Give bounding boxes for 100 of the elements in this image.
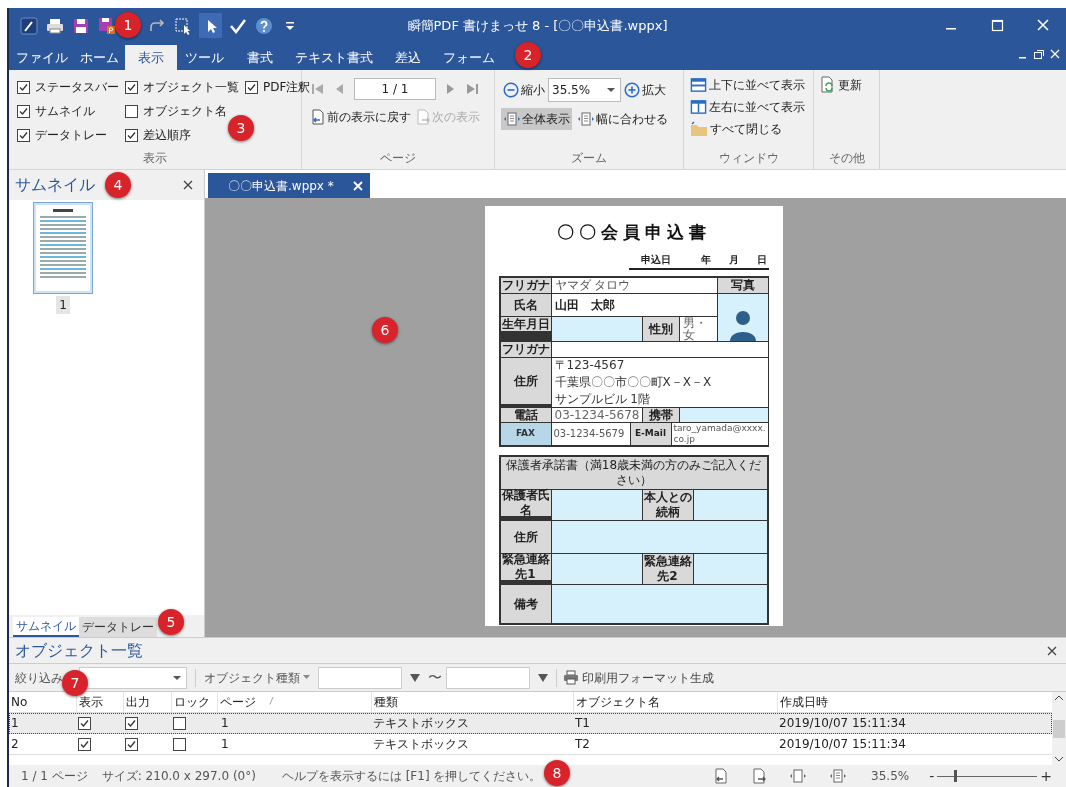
- ribbon-tab[interactable]: 書式: [232, 45, 288, 70]
- fit-width-icon: [577, 111, 595, 127]
- close-icon[interactable]: [1046, 644, 1058, 657]
- checkbox-option[interactable]: 差込順序: [125, 126, 191, 144]
- fit-width-icon[interactable]: [829, 768, 848, 784]
- form-label: E-Mail: [630, 422, 671, 445]
- date-label: 申込日: [640, 252, 671, 267]
- dropdown-caret-icon: [303, 675, 310, 680]
- folder-icon: [690, 120, 708, 138]
- form-value: ヤマダ タロウ: [551, 277, 717, 293]
- form-label: 電話: [500, 407, 551, 422]
- window-menu-item[interactable]: 上下に並べて表示: [690, 76, 805, 94]
- ribbon-tab[interactable]: ファイル: [11, 45, 73, 70]
- table-cell-text: 1: [220, 736, 230, 753]
- page-back-icon[interactable]: [713, 768, 730, 784]
- ribbon-tab[interactable]: テキスト書式: [288, 45, 380, 70]
- ribbon-tab[interactable]: ホーム: [73, 45, 125, 70]
- column-header[interactable]: ロック: [171, 692, 217, 712]
- input-field[interactable]: [446, 666, 530, 689]
- checkbox[interactable]: [78, 737, 91, 751]
- filter-combobox[interactable]: [79, 666, 187, 689]
- checkbox[interactable]: [173, 737, 186, 751]
- checkbox[interactable]: [125, 716, 138, 730]
- panel-tab[interactable]: データトレー: [79, 617, 157, 637]
- zoom-percentage: 35.5%: [871, 768, 910, 785]
- date-unit: 年: [700, 252, 711, 267]
- checkbox[interactable]: [173, 716, 186, 730]
- page-thumbnail[interactable]: [33, 202, 93, 294]
- help-icon[interactable]: [255, 16, 273, 35]
- zoom-combobox[interactable]: 35.5%: [548, 78, 621, 102]
- input-field[interactable]: [318, 666, 402, 689]
- zoom-in-button[interactable]: 拡大: [624, 81, 666, 99]
- table-cell-text: テキストボックス: [372, 715, 470, 732]
- dropdown-triangle-icon[interactable]: [409, 672, 421, 683]
- split-horizontal-icon: [690, 76, 707, 94]
- dropdown-caret-icon: [172, 674, 182, 681]
- column-header[interactable]: ページ: [220, 693, 256, 711]
- close-icon[interactable]: [1048, 47, 1062, 61]
- zoom-out-button[interactable]: 縮小: [503, 81, 545, 99]
- form-label: フリガナ: [500, 277, 551, 293]
- form-label: 写真: [717, 277, 768, 293]
- fit-button[interactable]: 幅に合わせる: [575, 108, 670, 130]
- address-line: サンプルビル 1階: [554, 391, 651, 407]
- column-header[interactable]: 出力: [123, 692, 171, 712]
- column-header[interactable]: オブジェクト名: [573, 692, 777, 712]
- scrollbar-thumb[interactable]: [1053, 719, 1065, 738]
- dashed-box-cursor-icon[interactable]: [174, 16, 192, 35]
- column-header[interactable]: 種類: [371, 692, 573, 712]
- ribbon-tab[interactable]: 表示: [125, 45, 177, 70]
- table-cell-text: 2: [10, 736, 20, 753]
- table-cell-text: T1: [574, 715, 591, 732]
- scrollbar[interactable]: [1052, 692, 1066, 765]
- panel-tab[interactable]: サムネイル: [13, 617, 79, 637]
- checkbox[interactable]: [78, 716, 91, 730]
- app-icon[interactable]: [20, 16, 38, 35]
- page-number-field[interactable]: 1 / 1: [354, 78, 436, 100]
- table-cell-text: 2019/10/07 15:11:34: [778, 715, 907, 732]
- form-label: 携帯: [642, 407, 679, 422]
- document-tab[interactable]: 〇〇申込書.wppx *: [208, 173, 370, 198]
- ribbon-tab[interactable]: フォーム: [436, 45, 502, 70]
- checkbox-option[interactable]: サムネイル: [17, 102, 95, 120]
- status-text: 1 / 1 ページ: [21, 768, 88, 785]
- refresh-page-icon: [820, 76, 836, 94]
- document-title: 〇〇会員申込書: [555, 221, 712, 244]
- print-icon: [563, 670, 579, 685]
- window-menu-item[interactable]: 左右に並べて表示: [690, 98, 805, 116]
- restore-icon[interactable]: [1032, 47, 1046, 61]
- checkbox-option[interactable]: オブジェクト一覧: [125, 78, 239, 96]
- print-icon[interactable]: [46, 16, 64, 35]
- page-forward-icon[interactable]: [751, 768, 768, 784]
- history-button[interactable]: 前の表示に戻す: [310, 108, 411, 126]
- checkbox[interactable]: [125, 737, 138, 751]
- status-text: ヘルプを表示するには [F1] を押してください。: [281, 768, 542, 785]
- table-cell-text: 2019/10/07 15:11:34: [778, 736, 907, 753]
- zoom-slider[interactable]: [937, 769, 1038, 783]
- checkbox-option[interactable]: PDF注釈: [245, 78, 311, 96]
- generate-format-button[interactable]: 印刷用フォーマット生成: [556, 668, 714, 687]
- floppy-disk-icon[interactable]: [98, 16, 116, 35]
- page-number: 1: [56, 296, 70, 314]
- type-filter-dropdown[interactable]: オブジェクト種類: [195, 668, 312, 687]
- checkbox-option[interactable]: ステータスバー: [17, 78, 119, 96]
- form-value: 男・女: [679, 316, 717, 341]
- plus-circle-icon: [624, 82, 640, 98]
- dropdown-triangle-icon[interactable]: [537, 672, 549, 683]
- checkbox-option[interactable]: データトレー: [17, 126, 107, 144]
- panel-title: オブジェクト一覧: [15, 639, 144, 662]
- fit-page-icon[interactable]: [789, 768, 808, 784]
- zoom-in-button[interactable]: +: [1040, 765, 1052, 787]
- window-menu-item[interactable]: すべて閉じる: [690, 120, 805, 138]
- ribbon-tab[interactable]: 差込: [380, 45, 436, 70]
- status-text: サイズ: 210.0 x 297.0 (0°): [101, 768, 256, 785]
- checkbox-option[interactable]: オブジェクト名: [125, 102, 227, 120]
- close-icon[interactable]: [182, 179, 194, 191]
- zoom-out-button[interactable]: -: [929, 765, 935, 787]
- sort-indicator: /: [270, 696, 273, 708]
- refresh-button[interactable]: 更新: [820, 76, 871, 94]
- table-cell-text: テキストボックス: [372, 736, 470, 753]
- fit-button[interactable]: 全体表示: [501, 108, 572, 130]
- table-row[interactable]: 1 1 テキストボックス T1 2019/10/07 15:11:34: [9, 713, 1052, 734]
- ribbon-tab[interactable]: ツール: [177, 45, 232, 70]
